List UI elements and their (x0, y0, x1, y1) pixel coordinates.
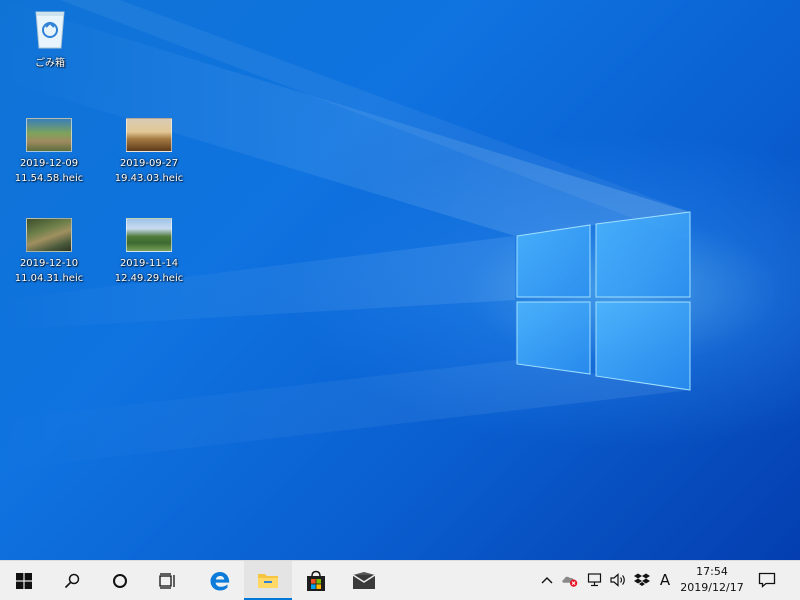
onedrive-error-icon (562, 576, 578, 587)
desktop-icon-recycle-bin[interactable]: ごみ箱 (5, 8, 95, 71)
desktop-icon-label-line2: 19.43.03.heic (114, 173, 184, 184)
photo-thumbnail (26, 218, 72, 252)
file-explorer-button[interactable] (244, 561, 292, 600)
desktop-icon-photo[interactable]: 2019-09-27 19.43.03.heic (104, 118, 194, 186)
search-button[interactable] (48, 561, 96, 600)
dropbox-tray-button[interactable] (633, 571, 651, 589)
ime-mode-label: A (659, 571, 671, 589)
chevron-up-icon (541, 577, 553, 584)
recycle-bin-icon (35, 11, 65, 49)
task-view-button[interactable] (144, 561, 192, 600)
desktop-icon-label: ごみ箱 (35, 58, 65, 69)
edge-icon (210, 571, 230, 590)
desktop-icon-label-line1: 2019-11-14 (119, 258, 179, 269)
volume-icon (610, 573, 625, 587)
onedrive-tray-button[interactable] (561, 571, 579, 589)
edge-button[interactable] (196, 561, 244, 600)
desktop-icon-label-line1: 2019-12-09 (19, 158, 79, 169)
windows-logo-icon (16, 572, 32, 589)
mail-button[interactable] (340, 561, 388, 600)
action-center-button[interactable] (758, 571, 776, 589)
dropbox-icon (634, 573, 650, 586)
desktop-icon-label-line2: 12.49.29.heic (114, 273, 184, 284)
store-button[interactable] (292, 561, 340, 600)
desktop-icon-photo[interactable]: 2019-11-14 12.49.29.heic (104, 218, 194, 286)
search-icon (64, 573, 80, 588)
clock-date: 2019/12/17 (680, 581, 744, 594)
desktop-icon-label-line2: 11.54.58.heic (14, 173, 84, 184)
circle-icon (113, 573, 127, 588)
start-button[interactable] (0, 561, 48, 600)
photo-thumbnail (126, 118, 172, 152)
desktop[interactable]: ごみ箱 2019-12-09 11.54.58.heic 2019-09-27 … (0, 0, 800, 560)
clock[interactable]: 17:54 2019/12/17 (676, 564, 748, 596)
cortana-button[interactable] (96, 561, 144, 600)
show-hidden-icons-button[interactable] (538, 571, 556, 589)
desktop-icon-label-line1: 2019-12-10 (19, 258, 79, 269)
desktop-icon-photo[interactable]: 2019-12-09 11.54.58.heic (4, 118, 94, 186)
network-tray-button[interactable] (586, 571, 604, 589)
photo-thumbnail (26, 118, 72, 152)
desktop-icon-photo[interactable]: 2019-12-10 11.04.31.heic (4, 218, 94, 286)
store-bag-icon (307, 570, 325, 591)
network-icon (587, 573, 602, 587)
task-view-icon (159, 572, 175, 589)
volume-tray-button[interactable] (609, 571, 627, 589)
desktop-icon-label-line2: 11.04.31.heic (14, 273, 84, 284)
folder-icon (258, 573, 278, 588)
taskbar: A 17:54 2019/12/17 (0, 560, 800, 600)
desktop-icon-label-line1: 2019-09-27 (119, 158, 179, 169)
clock-time: 17:54 (696, 565, 728, 578)
ime-indicator[interactable]: A (656, 571, 674, 589)
notification-icon (758, 572, 776, 588)
photo-thumbnail (126, 218, 172, 252)
mail-icon (352, 571, 376, 589)
